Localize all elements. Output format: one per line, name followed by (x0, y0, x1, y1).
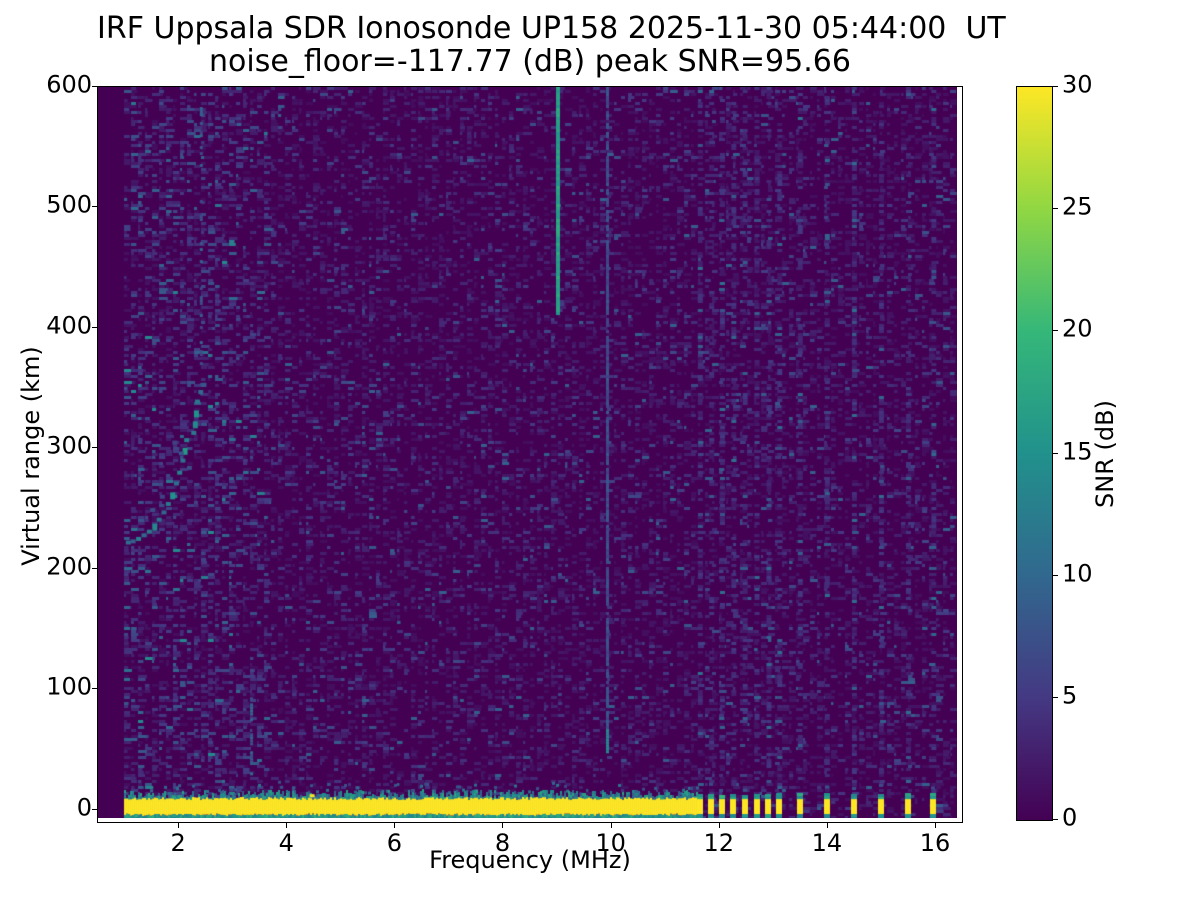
x-tick-mark (826, 823, 828, 828)
x-tick-mark (610, 823, 612, 828)
colorbar (1016, 86, 1053, 821)
y-tick-mark (92, 206, 97, 208)
y-axis-label: Virtual range (km) (17, 346, 45, 566)
y-tick-mark (92, 567, 97, 569)
y-tick-mark (92, 326, 97, 328)
colorbar-label: SNR (dB) (1091, 400, 1119, 508)
y-tick-mark (92, 808, 97, 810)
colorbar-tick-mark (1053, 574, 1058, 576)
x-tick-mark (286, 823, 288, 828)
heatmap-canvas (98, 87, 957, 818)
x-tick-mark (394, 823, 396, 828)
colorbar-tick-label: 15 (1062, 437, 1093, 466)
y-tick-mark (92, 447, 97, 449)
plot-subtitle: noise_floor=-117.77 (dB) peak SNR=95.66 (209, 44, 851, 79)
colorbar-tick-mark (1053, 696, 1058, 698)
y-tick-label: 100 (46, 672, 92, 701)
colorbar-tick-label: 30 (1062, 70, 1093, 99)
x-tick-mark (934, 823, 936, 828)
ionogram-figure: IRF Uppsala SDR Ionosonde UP158 2025-11-… (0, 0, 1200, 900)
plot-title: IRF Uppsala SDR Ionosonde UP158 2025-11-… (97, 11, 1006, 46)
x-axis-label: Frequency (MHz) (429, 846, 631, 874)
x-tick-mark (718, 823, 720, 828)
y-tick-label: 400 (46, 311, 92, 340)
y-tick-mark (92, 86, 97, 87)
y-tick-label: 600 (46, 70, 92, 99)
y-tick-mark (92, 688, 97, 690)
colorbar-tick-mark (1053, 452, 1058, 454)
colorbar-tick-mark (1053, 86, 1058, 87)
y-tick-label: 500 (46, 191, 92, 220)
y-tick-label: 0 (76, 793, 92, 822)
x-tick-mark (178, 823, 180, 828)
colorbar-tick-mark (1053, 208, 1058, 210)
colorbar-tick-label: 20 (1062, 314, 1093, 343)
colorbar-tick-mark (1053, 819, 1058, 820)
x-tick-mark (502, 823, 504, 828)
colorbar-tick-label: 5 (1062, 681, 1078, 710)
plot-area (97, 86, 963, 823)
colorbar-tick-label: 0 (1062, 803, 1078, 832)
colorbar-tick-label: 10 (1062, 559, 1093, 588)
colorbar-tick-label: 25 (1062, 192, 1093, 221)
colorbar-tick-mark (1053, 330, 1058, 332)
